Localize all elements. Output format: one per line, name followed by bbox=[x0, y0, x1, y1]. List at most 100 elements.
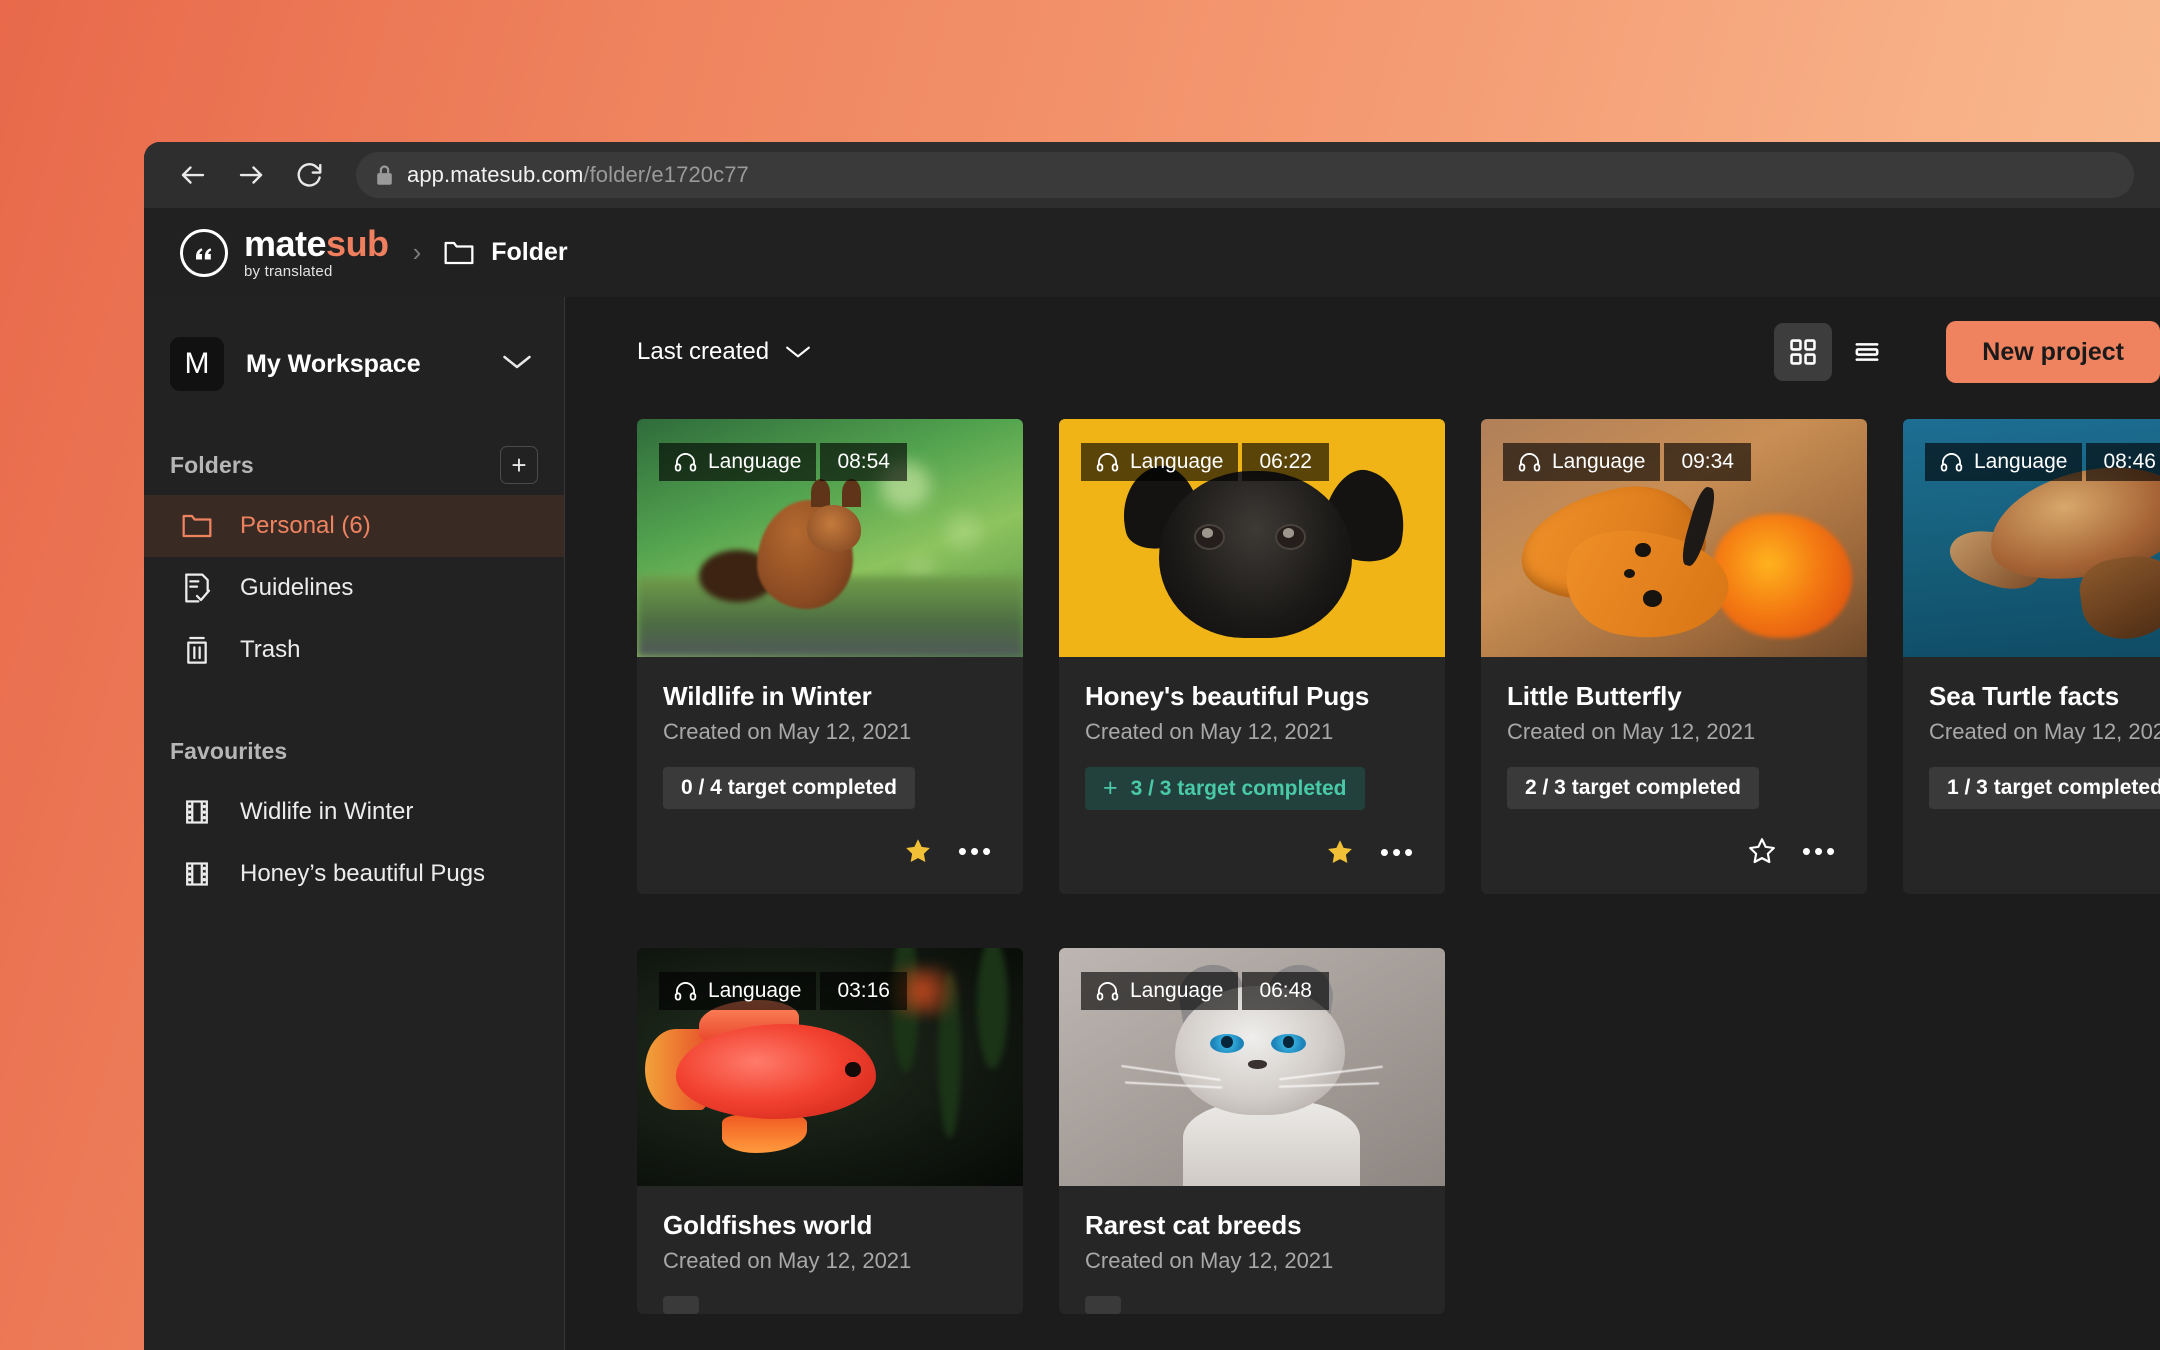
project-title: Little Butterfly bbox=[1507, 681, 1682, 711]
project-card[interactable]: Language 06:22 Honey's beautiful Pugs Cr… bbox=[1059, 419, 1445, 894]
more-options-button[interactable]: ••• bbox=[1797, 828, 1843, 874]
project-thumbnail[interactable]: Language 06:22 bbox=[1059, 419, 1445, 657]
matesub-logo-icon[interactable] bbox=[180, 228, 228, 277]
more-options-button[interactable]: ••• bbox=[953, 828, 999, 874]
duration-badge: 08:54 bbox=[820, 443, 907, 482]
language-badge: Language bbox=[1081, 443, 1239, 482]
document-check-icon bbox=[180, 571, 214, 605]
project-card-footer: ••• bbox=[1481, 809, 1867, 893]
project-card-body: Rarest cat breeds Created on May 12, 202… bbox=[1059, 1186, 1445, 1314]
target-status-pill[interactable]: + 3 / 3 target completed bbox=[1085, 767, 1365, 810]
matesub-wordmark[interactable]: matesub by translated bbox=[244, 223, 389, 280]
favourite-star-button[interactable] bbox=[1317, 829, 1363, 875]
duration-badge: 09:34 bbox=[1664, 443, 1751, 482]
project-card-footer: ••• bbox=[1059, 810, 1445, 894]
target-status-pill[interactable] bbox=[663, 1296, 699, 1314]
project-card-footer: ••• bbox=[1903, 809, 2160, 893]
thumbnail-badges: Language 06:22 bbox=[1081, 443, 1329, 482]
project-thumbnail[interactable]: Language 09:34 bbox=[1481, 419, 1867, 657]
target-status-pill[interactable] bbox=[1085, 1296, 1121, 1314]
duration-badge: 06:48 bbox=[1242, 972, 1329, 1011]
star-outline-icon bbox=[1749, 838, 1775, 864]
app-header: matesub by translated › Folder bbox=[144, 208, 2160, 297]
thumbnail-badges: Language 03:16 bbox=[659, 972, 907, 1011]
target-status-label: 3 / 3 target completed bbox=[1130, 776, 1347, 800]
reload-button[interactable] bbox=[280, 146, 338, 204]
project-thumbnail[interactable]: Language 08:46 bbox=[1903, 419, 2160, 657]
folder-icon bbox=[444, 241, 474, 264]
target-status-label: 0 / 4 target completed bbox=[681, 776, 897, 799]
project-card[interactable]: Language 09:34 Little Butterfly Created … bbox=[1481, 419, 1867, 894]
view-controls: New project bbox=[1774, 321, 2160, 383]
language-badge-label: Language bbox=[708, 450, 802, 473]
breadcrumb-separator: › bbox=[412, 237, 422, 267]
sidebar-item-honeys-beautiful-pugs[interactable]: Honey’s beautiful Pugs bbox=[144, 843, 564, 905]
duration-badge: 08:46 bbox=[2086, 443, 2160, 482]
favourites-section-title: Favourites bbox=[170, 737, 288, 764]
sidebar-item-label: Personal (6) bbox=[240, 512, 371, 539]
duration-badge: 06:22 bbox=[1242, 443, 1329, 482]
language-badge: Language bbox=[659, 972, 817, 1011]
sidebar-item-personal[interactable]: Personal (6) bbox=[144, 495, 564, 557]
forward-button[interactable] bbox=[222, 146, 280, 204]
add-folder-button[interactable]: + bbox=[500, 446, 538, 484]
project-card[interactable]: Language 06:48 Rarest cat breeds Created… bbox=[1059, 948, 1445, 1314]
project-card-body: Honey's beautiful Pugs Created on May 12… bbox=[1059, 657, 1445, 810]
sort-label: Last created bbox=[637, 338, 770, 365]
project-title: Goldfishes world bbox=[663, 1210, 873, 1240]
project-thumbnail[interactable]: Language 08:54 bbox=[637, 419, 1023, 657]
url-domain: app.matesub.com bbox=[407, 162, 584, 187]
language-badge: Language bbox=[659, 443, 817, 482]
project-card[interactable]: Language 03:16 Goldfishes world Created … bbox=[637, 948, 1023, 1314]
project-card-body: Goldfishes world Created on May 12, 2021 bbox=[637, 1186, 1023, 1314]
workspace-avatar: M bbox=[170, 337, 224, 391]
browser-url-bar: app.matesub.com/folder/e1720c77 bbox=[144, 142, 2160, 208]
back-button[interactable] bbox=[164, 146, 222, 204]
sidebar-item-widlife-in-winter[interactable]: Widlife in Winter bbox=[144, 781, 564, 843]
project-thumbnail[interactable]: Language 06:48 bbox=[1059, 948, 1445, 1186]
arrow-right-icon bbox=[239, 166, 263, 184]
thumbnail-badges: Language 08:54 bbox=[659, 443, 907, 482]
headphones-icon bbox=[1940, 453, 1963, 472]
target-status-pill[interactable]: 2 / 3 target completed bbox=[1507, 767, 1759, 809]
sidebar-item-guidelines[interactable]: Guidelines bbox=[144, 557, 564, 619]
lock-icon bbox=[377, 165, 392, 185]
target-status-pill[interactable]: 0 / 4 target completed bbox=[663, 767, 915, 809]
headphones-icon bbox=[1096, 982, 1119, 1001]
project-card-footer: ••• bbox=[637, 809, 1023, 893]
project-thumbnail[interactable]: Language 03:16 bbox=[637, 948, 1023, 1186]
project-card-body: Little Butterfly Created on May 12, 2021… bbox=[1481, 657, 1867, 809]
arrow-left-icon bbox=[181, 166, 205, 184]
sort-dropdown[interactable]: Last created bbox=[637, 338, 811, 366]
url-text: app.matesub.com/folder/e1720c77 bbox=[407, 162, 749, 188]
film-icon bbox=[180, 795, 214, 829]
project-date: Created on May 12, 2021 bbox=[1507, 719, 1756, 744]
language-badge-label: Language bbox=[1130, 450, 1224, 473]
grid-view-button[interactable] bbox=[1774, 323, 1833, 381]
address-bar[interactable]: app.matesub.com/folder/e1720c77 bbox=[356, 152, 2134, 198]
new-project-button[interactable]: New project bbox=[1946, 321, 2160, 383]
project-grid: Language 08:54 Wildlife in Winter Create… bbox=[565, 407, 2160, 1314]
language-badge-label: Language bbox=[1552, 450, 1646, 473]
target-status-pill[interactable]: 1 / 3 target completed bbox=[1929, 767, 2160, 809]
more-options-button[interactable]: ••• bbox=[1375, 829, 1421, 875]
language-badge-label: Language bbox=[708, 979, 802, 1002]
favourite-star-button[interactable] bbox=[1739, 828, 1785, 874]
favourite-star-button[interactable] bbox=[895, 828, 941, 874]
content-toolbar: Last created New project bbox=[565, 297, 2160, 407]
workspace-chevron[interactable] bbox=[502, 353, 538, 376]
thumbnail-badges: Language 06:48 bbox=[1081, 972, 1329, 1011]
list-view-button[interactable] bbox=[1838, 323, 1896, 381]
workspace-avatar-letter: M bbox=[184, 347, 210, 380]
add-target-icon: + bbox=[1103, 774, 1118, 802]
film-icon bbox=[180, 857, 214, 891]
sidebar-item-trash[interactable]: Trash bbox=[144, 619, 564, 681]
project-card-body: Sea Turtle facts Created on May 12, 2021… bbox=[1903, 657, 2160, 809]
project-card[interactable]: Language 08:46 Sea Turtle facts Created … bbox=[1903, 419, 2160, 894]
project-date: Created on May 12, 2021 bbox=[663, 1248, 912, 1273]
workspace-switcher[interactable]: M My Workspace bbox=[170, 333, 538, 395]
logo-mate-text: mate bbox=[244, 223, 327, 264]
breadcrumb[interactable]: Folder bbox=[443, 238, 568, 267]
project-card[interactable]: Language 08:54 Wildlife in Winter Create… bbox=[637, 419, 1023, 894]
list-view-icon bbox=[1855, 343, 1879, 361]
